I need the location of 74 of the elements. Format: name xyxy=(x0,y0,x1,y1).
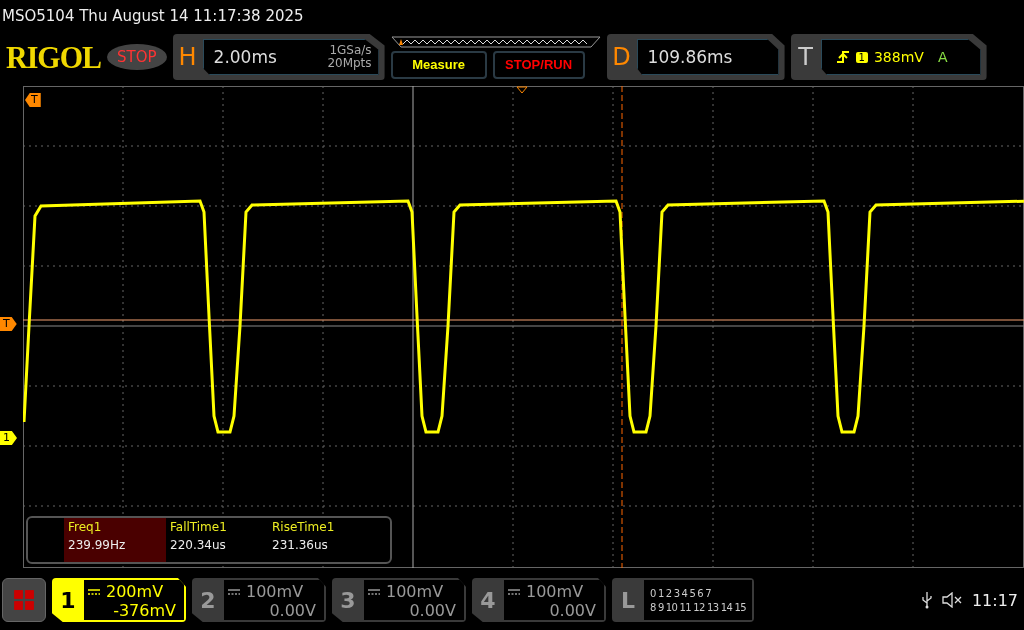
logic-bit: 12 xyxy=(693,601,705,613)
timebase-value: 2.00ms xyxy=(213,47,277,67)
logo: RIGOL xyxy=(6,39,102,75)
usb-icon xyxy=(921,591,932,609)
horizontal-label: H xyxy=(177,43,198,71)
logic-bit: 9 xyxy=(657,601,664,613)
logic-bit: 4 xyxy=(681,587,688,599)
logic-bit: 10 xyxy=(665,601,678,613)
delay-value: 109.86ms xyxy=(647,47,733,67)
window-title: MSO5104 Thu August 14 11:17:38 2025 xyxy=(1,6,305,27)
clock-time: 11:17 xyxy=(971,590,1018,610)
channel-scale: 100mV xyxy=(386,582,444,601)
grid-menu-icon xyxy=(13,589,35,611)
logic-bit: 1 xyxy=(657,587,664,599)
trigger-position-pointer-icon xyxy=(516,86,528,94)
horizontal-panel[interactable]: H 2.00ms 1GSa/s 20Mpts xyxy=(172,34,385,80)
channel-scale: 100mV xyxy=(526,582,584,601)
channel-offset: 0.00V xyxy=(409,601,456,620)
channel-number: 3 xyxy=(339,586,357,615)
logic-bit: 8 xyxy=(650,601,656,613)
trigger-label: T xyxy=(797,43,814,71)
measurement-value: 220.34us xyxy=(170,538,227,552)
channel-number: 2 xyxy=(199,586,217,615)
measurement-value: 239.99Hz xyxy=(68,538,127,552)
measurement-item[interactable]: Freq1 239.99Hz xyxy=(64,518,166,562)
logic-bit: 7 xyxy=(705,587,711,599)
trigger-mode: A xyxy=(937,49,948,65)
measure-button[interactable]: Measure xyxy=(390,50,487,79)
measurement-name: RiseTime1 xyxy=(272,520,336,534)
delay-label: D xyxy=(611,43,632,71)
measurement-item[interactable]: RiseTime1 231.36us xyxy=(268,518,370,562)
dc-coupling-icon xyxy=(508,588,520,595)
logic-bit: 15 xyxy=(734,601,747,613)
logic-bit: 5 xyxy=(689,587,696,599)
logic-bit: 14 xyxy=(720,601,733,613)
channel-number: 4 xyxy=(479,586,497,615)
menu-button[interactable] xyxy=(2,578,46,622)
dc-coupling-icon xyxy=(228,588,240,595)
channel-scale: 200mV xyxy=(106,582,164,601)
channel-scale: 100mV xyxy=(246,582,304,601)
speaker-muted-icon xyxy=(941,592,962,608)
dc-coupling-icon xyxy=(88,588,100,595)
channel-card[interactable]: 4 100mV 0.00V xyxy=(472,578,606,622)
delay-panel[interactable]: D 109.86ms xyxy=(606,34,785,80)
channel-card[interactable]: 3 100mV 0.00V xyxy=(332,578,466,622)
trigger-position-marker: T xyxy=(25,93,41,107)
trigger-level: 388mV xyxy=(873,49,924,65)
measurement-value: 231.36us xyxy=(272,538,329,552)
channel-card[interactable]: 1 200mV -376mV xyxy=(52,578,186,622)
channel-offset-marker[interactable]: 1 xyxy=(0,431,17,445)
trigger-level-marker[interactable]: T xyxy=(0,317,17,331)
memory-depth: 20Mpts xyxy=(327,57,372,70)
logic-card[interactable]: L 0 1 2 3 4 5 6 7 8 9 10 11 12 13 14 15 xyxy=(612,578,754,622)
channel-offset: 0.00V xyxy=(549,601,596,620)
channel-offset: 0.00V xyxy=(269,601,316,620)
logic-bit: 13 xyxy=(706,601,719,613)
channel-number: 1 xyxy=(59,586,77,615)
channel-card[interactable]: 2 100mV 0.00V xyxy=(192,578,326,622)
logic-bit: 3 xyxy=(673,587,680,599)
logic-bit: 0 xyxy=(650,587,656,599)
measurement-item[interactable]: FallTime1 220.34us xyxy=(166,518,268,562)
sample-rate: 1GSa/s xyxy=(329,44,372,57)
logic-bit: 11 xyxy=(679,601,692,613)
stop-run-button[interactable]: STOP/RUN xyxy=(492,50,585,79)
rising-edge-icon xyxy=(835,50,850,64)
trigger-panel[interactable]: T 1 388mV A xyxy=(790,34,987,80)
channel-offset: -376mV xyxy=(113,601,176,620)
measurement-name: FallTime1 xyxy=(170,520,228,534)
logic-bit: 6 xyxy=(697,587,704,599)
logic-bit: 2 xyxy=(665,587,672,599)
logic-label: L xyxy=(620,586,636,615)
dc-coupling-icon xyxy=(368,588,380,595)
trigger-source: 1 xyxy=(855,51,868,63)
measurement-name: Freq1 xyxy=(68,520,103,534)
